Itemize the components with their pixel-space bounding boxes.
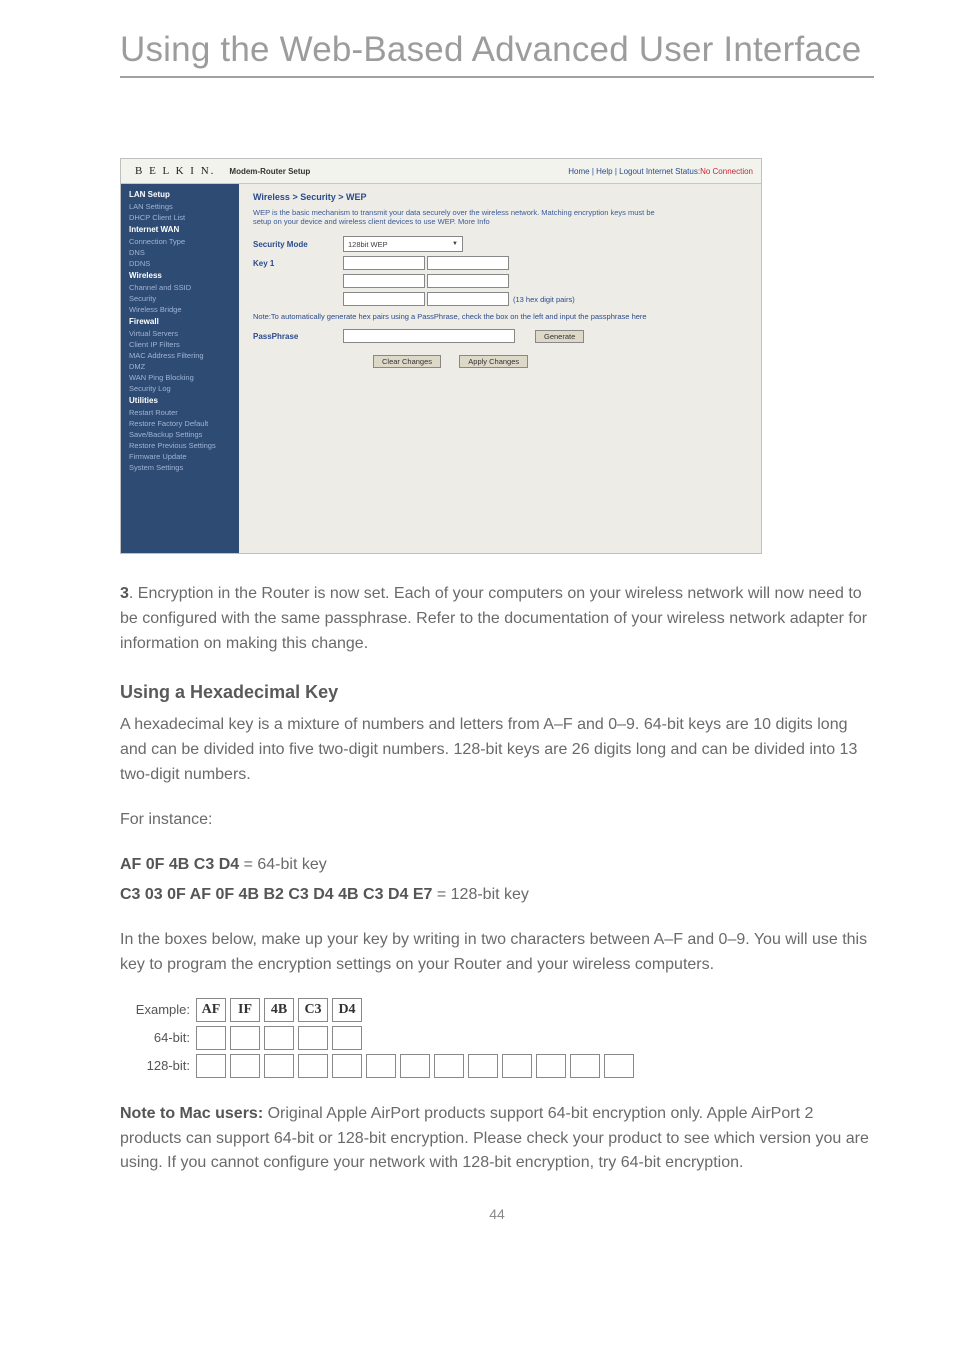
key-cell[interactable]: [604, 1054, 634, 1078]
sidebar-heading-firewall: Firewall: [121, 315, 239, 328]
title-divider: [120, 76, 874, 78]
key-cell[interactable]: [196, 1054, 226, 1078]
key-cell[interactable]: [298, 1026, 328, 1050]
sidebar-item[interactable]: Restart Router: [121, 407, 239, 418]
key-hint: (13 hex digit pairs): [513, 295, 575, 304]
key-64bit-example: AF 0F 4B C3 D4 = 64-bit key: [120, 853, 874, 878]
example-cell: 4B: [264, 998, 294, 1022]
key-cell[interactable]: [468, 1054, 498, 1078]
sidebar-item[interactable]: WAN Ping Blocking: [121, 372, 239, 383]
sidebar-item[interactable]: MAC Address Filtering: [121, 350, 239, 361]
security-mode-select[interactable]: 128bit WEP ▼: [343, 236, 463, 252]
sidebar-item[interactable]: DDNS: [121, 258, 239, 269]
row-128bit-label: 128-bit:: [120, 1058, 196, 1073]
hex-heading: Using a Hexadecimal Key: [120, 682, 874, 703]
key1-input-a[interactable]: [343, 256, 425, 270]
step3-paragraph: 3. Encryption in the Router is now set. …: [120, 582, 874, 656]
header-links[interactable]: Home | Help | Logout Internet Status:No …: [568, 167, 761, 176]
key-cell[interactable]: [332, 1054, 362, 1078]
sidebar-heading-utilities: Utilities: [121, 394, 239, 407]
header-links-text: Home | Help | Logout Internet Status:: [568, 167, 700, 176]
sidebar-item[interactable]: Restore Factory Default: [121, 418, 239, 429]
generate-button[interactable]: Generate: [535, 330, 584, 343]
hex-paragraph-2: For instance:: [120, 808, 874, 833]
hex-paragraph-1: A hexadecimal key is a mixture of number…: [120, 713, 874, 787]
passphrase-input[interactable]: [343, 329, 515, 343]
key-cell[interactable]: [230, 1054, 260, 1078]
sidebar-item[interactable]: DNS: [121, 247, 239, 258]
security-mode-value: 128bit WEP: [348, 240, 388, 249]
example-cell: D4: [332, 998, 362, 1022]
sidebar-item[interactable]: LAN Settings: [121, 201, 239, 212]
mac-note: Note to Mac users: Original Apple AirPor…: [120, 1102, 874, 1176]
key-cell[interactable]: [570, 1054, 600, 1078]
main-panel: Wireless > Security > WEP WEP is the bas…: [239, 184, 761, 553]
panel-description: WEP is the basic mechanism to transmit y…: [253, 208, 673, 226]
key1-label: Key 1: [253, 259, 343, 268]
key-entry-table: Example: AF IF 4B C3 D4 64-bit: 128-bit:: [120, 998, 874, 1078]
instruction-paragraph: In the boxes below, make up your key by …: [120, 928, 874, 978]
sidebar-item[interactable]: Restore Previous Settings: [121, 440, 239, 451]
page-number: 44: [120, 1206, 874, 1222]
key1-input-c[interactable]: [343, 274, 425, 288]
sidebar-item[interactable]: DHCP Client List: [121, 212, 239, 223]
example-cell: C3: [298, 998, 328, 1022]
sidebar-item[interactable]: Save/Backup Settings: [121, 429, 239, 440]
sidebar-item[interactable]: Wireless Bridge: [121, 304, 239, 315]
key-cell[interactable]: [264, 1026, 294, 1050]
sidebar-item[interactable]: Channel and SSID: [121, 282, 239, 293]
security-mode-label: Security Mode: [253, 240, 343, 249]
clear-changes-button[interactable]: Clear Changes: [373, 355, 441, 368]
chevron-down-icon: ▼: [452, 241, 458, 247]
key-cell[interactable]: [298, 1054, 328, 1078]
breadcrumb: Wireless > Security > WEP: [253, 192, 747, 202]
sidebar-item[interactable]: Security: [121, 293, 239, 304]
brand-logo: B E L K I N.: [121, 165, 229, 177]
sidebar-item[interactable]: Firmware Update: [121, 451, 239, 462]
router-screenshot: B E L K I N. Modem-Router Setup Home | H…: [120, 158, 762, 554]
example-row-label: Example:: [120, 1002, 196, 1017]
apply-changes-button[interactable]: Apply Changes: [459, 355, 528, 368]
key-cell[interactable]: [434, 1054, 464, 1078]
example-cell: IF: [230, 998, 260, 1022]
key1-input-b[interactable]: [427, 256, 509, 270]
sidebar-item[interactable]: System Settings: [121, 462, 239, 473]
key-128bit-example: C3 03 0F AF 0F 4B B2 C3 D4 4B C3 D4 E7 =…: [120, 883, 874, 908]
key-cell[interactable]: [400, 1054, 430, 1078]
sidebar-heading-wan: Internet WAN: [121, 223, 239, 236]
passphrase-note: Note:To automatically generate hex pairs…: [253, 312, 673, 321]
key-cell[interactable]: [366, 1054, 396, 1078]
example-cell: AF: [196, 998, 226, 1022]
key-cell[interactable]: [332, 1026, 362, 1050]
passphrase-label: PassPhrase: [253, 332, 343, 341]
sidebar-item[interactable]: Connection Type: [121, 236, 239, 247]
key-cell[interactable]: [536, 1054, 566, 1078]
sidebar-heading-lan: LAN Setup: [121, 188, 239, 201]
key-cell[interactable]: [196, 1026, 226, 1050]
sidebar-item[interactable]: Client IP Filters: [121, 339, 239, 350]
more-info-link[interactable]: More Info: [458, 217, 490, 226]
screenshot-subtitle: Modem-Router Setup: [229, 167, 568, 176]
sidebar-item[interactable]: DMZ: [121, 361, 239, 372]
status-badge: No Connection: [700, 167, 753, 176]
key1-input-f[interactable]: [427, 292, 509, 306]
row-64bit-label: 64-bit:: [120, 1030, 196, 1045]
sidebar-item[interactable]: Virtual Servers: [121, 328, 239, 339]
key-cell[interactable]: [230, 1026, 260, 1050]
key-cell[interactable]: [264, 1054, 294, 1078]
sidebar-item[interactable]: Security Log: [121, 383, 239, 394]
page-title: Using the Web-Based Advanced User Interf…: [120, 30, 874, 70]
key-cell[interactable]: [502, 1054, 532, 1078]
sidebar: LAN Setup LAN Settings DHCP Client List …: [121, 184, 239, 553]
sidebar-heading-wireless: Wireless: [121, 269, 239, 282]
key1-input-e[interactable]: [343, 292, 425, 306]
step-number: 3: [120, 585, 129, 602]
key1-input-d[interactable]: [427, 274, 509, 288]
